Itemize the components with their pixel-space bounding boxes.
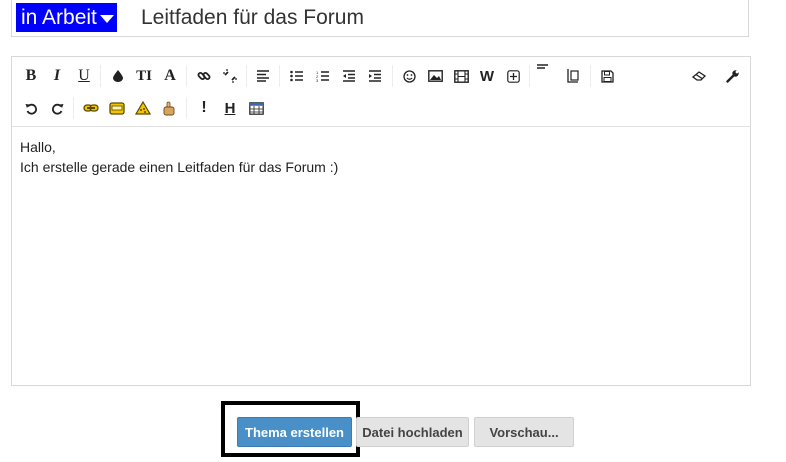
toolbar-separator	[73, 97, 74, 119]
unlink-icon	[223, 69, 237, 83]
heading-button[interactable]: H	[219, 97, 241, 119]
table-icon	[248, 101, 264, 115]
redo-button[interactable]	[46, 97, 68, 119]
chevron-down-icon	[99, 15, 114, 23]
editor-line: Ich erstelle gerade einen Leitfaden für …	[20, 159, 339, 175]
heading-icon: H	[224, 99, 236, 117]
wrench-icon	[726, 70, 739, 83]
image-icon	[427, 70, 443, 82]
plus-box-icon	[506, 69, 520, 83]
link-icon	[197, 72, 211, 80]
smilies-button[interactable]	[398, 65, 420, 87]
wiki-button[interactable]: W	[476, 65, 498, 87]
box-icon	[109, 101, 125, 115]
toggle-bbcode-button[interactable]	[722, 65, 744, 87]
prefix-dropdown[interactable]: in Arbeit	[16, 3, 117, 32]
custom-link-button[interactable]	[80, 97, 102, 119]
toolbar-separator	[279, 65, 280, 87]
table-button[interactable]	[245, 97, 267, 119]
numbered-list-button[interactable]: 123	[312, 65, 334, 87]
bold-button[interactable]: B	[20, 65, 42, 87]
thread-title[interactable]: Leitfaden für das Forum	[141, 5, 364, 31]
insert-media-button[interactable]	[450, 65, 472, 87]
hand-button[interactable]	[158, 97, 180, 119]
remove-formatting-button[interactable]	[688, 65, 710, 87]
font-family-icon: A	[164, 67, 176, 84]
font-size-button[interactable]: TI	[133, 65, 155, 87]
indent-icon	[369, 70, 381, 82]
hand-icon	[163, 101, 175, 115]
undo-icon	[25, 103, 37, 115]
prefix-label: in Arbeit	[21, 6, 97, 29]
bulleted-list-button[interactable]	[286, 65, 308, 87]
smiley-icon	[402, 69, 416, 83]
numbered-list-icon: 123	[316, 70, 329, 82]
toolbar-separator	[392, 65, 393, 87]
align-left-icon	[257, 70, 269, 82]
warning-button[interactable]	[132, 97, 154, 119]
paragraph-icon	[537, 64, 548, 69]
editor-line: Hallo,	[20, 139, 56, 155]
film-icon	[453, 69, 469, 83]
toolbar-separator	[590, 65, 591, 87]
insert-image-button[interactable]	[424, 65, 446, 87]
warning-icon	[135, 101, 151, 115]
chain-icon	[83, 104, 99, 112]
insert-link-button[interactable]	[193, 65, 215, 87]
toolbar-separator	[186, 65, 187, 87]
underline-button[interactable]: U	[73, 65, 95, 87]
font-family-button[interactable]: A	[159, 65, 181, 87]
save-draft-button[interactable]	[596, 65, 618, 87]
underline-icon: U	[78, 67, 90, 84]
title-box	[11, 0, 749, 37]
spoiler-button[interactable]	[106, 97, 128, 119]
preview-button[interactable]: Vorschau...	[474, 417, 574, 447]
remove-link-button[interactable]	[219, 65, 241, 87]
floppy-icon	[600, 69, 614, 83]
paragraph-format-button[interactable]	[532, 57, 554, 79]
important-button[interactable]: !	[193, 97, 215, 119]
italic-icon: I	[53, 67, 61, 84]
drafts-button[interactable]	[562, 65, 584, 87]
create-thread-button[interactable]: Thema erstellen	[237, 417, 352, 447]
drop-icon	[113, 70, 123, 82]
editor-content[interactable]: Hallo, Ich erstelle gerade einen Leitfad…	[20, 137, 338, 177]
editor: B I U TI A 123 W ! H Hallo, Ich erstelle…	[11, 56, 751, 386]
eraser-icon	[691, 71, 706, 81]
wiki-icon: W	[479, 67, 495, 85]
outdent-button[interactable]	[338, 65, 360, 87]
font-size-icon: TI	[136, 67, 152, 84]
indent-button[interactable]	[364, 65, 386, 87]
outdent-icon	[343, 70, 355, 82]
insert-more-button[interactable]	[502, 65, 524, 87]
toolbar-separator	[529, 65, 530, 87]
undo-button[interactable]	[20, 97, 42, 119]
editor-toolbar: B I U TI A 123 W ! H	[12, 57, 750, 127]
toolbar-separator	[246, 65, 247, 87]
redo-icon	[51, 103, 63, 115]
align-button[interactable]	[252, 65, 274, 87]
exclamation-icon: !	[201, 99, 207, 116]
toolbar-separator	[186, 97, 187, 119]
toolbar-separator	[100, 65, 101, 87]
italic-button[interactable]: I	[46, 65, 68, 87]
text-color-button[interactable]	[107, 65, 129, 87]
bullet-list-icon	[290, 70, 303, 82]
bold-icon: B	[25, 67, 37, 84]
upload-file-button[interactable]: Datei hochladen	[356, 417, 469, 447]
drafts-icon	[567, 69, 579, 83]
svg-text:3: 3	[316, 78, 319, 82]
